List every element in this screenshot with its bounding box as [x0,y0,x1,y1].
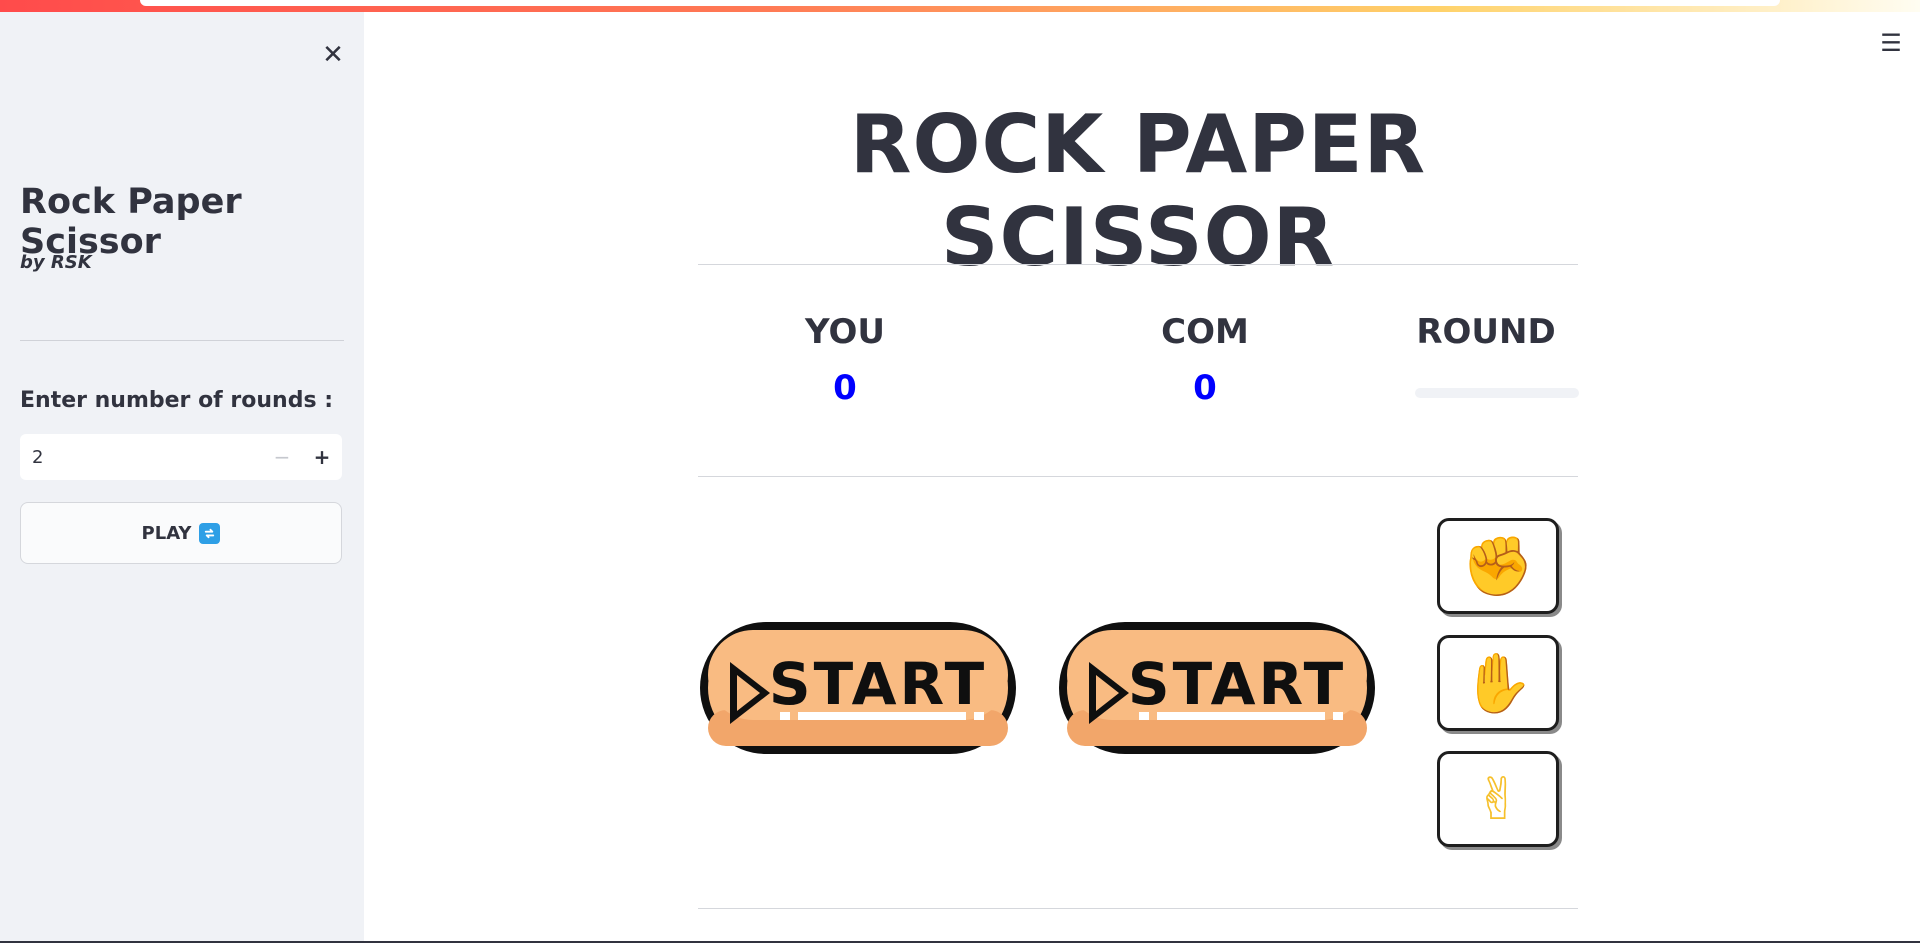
player-start-image: START [700,622,1016,754]
rounds-label: Enter number of rounds : [20,388,333,413]
top-decoration-inner [140,0,1780,6]
computer-start-image: START [1059,622,1375,754]
page-title: ROCK PAPER SCISSOR [849,98,1427,284]
scissors-button[interactable]: ✌ [1437,751,1559,847]
sidebar-divider [20,340,344,341]
close-icon[interactable]: ✕ [318,40,348,70]
paper-button[interactable]: ✋ [1437,635,1559,731]
round-label: ROUND [1416,312,1556,352]
increment-button[interactable]: + [302,434,342,480]
repeat-icon [199,522,221,544]
rock-hand-icon: ✊ [1461,532,1535,600]
you-label: YOU [805,312,885,352]
computer-start-text: START [1128,650,1346,718]
divider-top [698,264,1578,265]
rounds-number-input: 2 − + [20,434,342,480]
divider-middle [698,476,1578,477]
play-button[interactable]: PLAY [20,502,342,564]
divider-bottom [698,908,1578,909]
rock-button[interactable]: ✊ [1437,518,1559,614]
com-label: COM [1161,312,1249,352]
sidebar-title: Rock Paper Scissor [20,182,242,262]
repeat-icon-svg [205,528,215,538]
player-start-text: START [769,650,987,718]
decrement-button[interactable]: − [262,434,302,480]
top-decoration-bar [0,0,1920,12]
play-button-label: PLAY [141,522,192,544]
rounds-input-field[interactable]: 2 [20,447,262,468]
hamburger-menu-icon[interactable]: ☰ [1876,28,1906,58]
scissors-hand-icon: ✌ [1473,765,1523,833]
you-score: 0 [833,368,857,408]
sidebar: ✕ Rock Paper Scissor by RSK Enter number… [0,12,364,943]
com-score: 0 [1193,368,1217,408]
round-progress-bar [1415,388,1579,398]
paper-hand-icon: ✋ [1461,649,1535,717]
author-text: by RSK [20,252,92,273]
